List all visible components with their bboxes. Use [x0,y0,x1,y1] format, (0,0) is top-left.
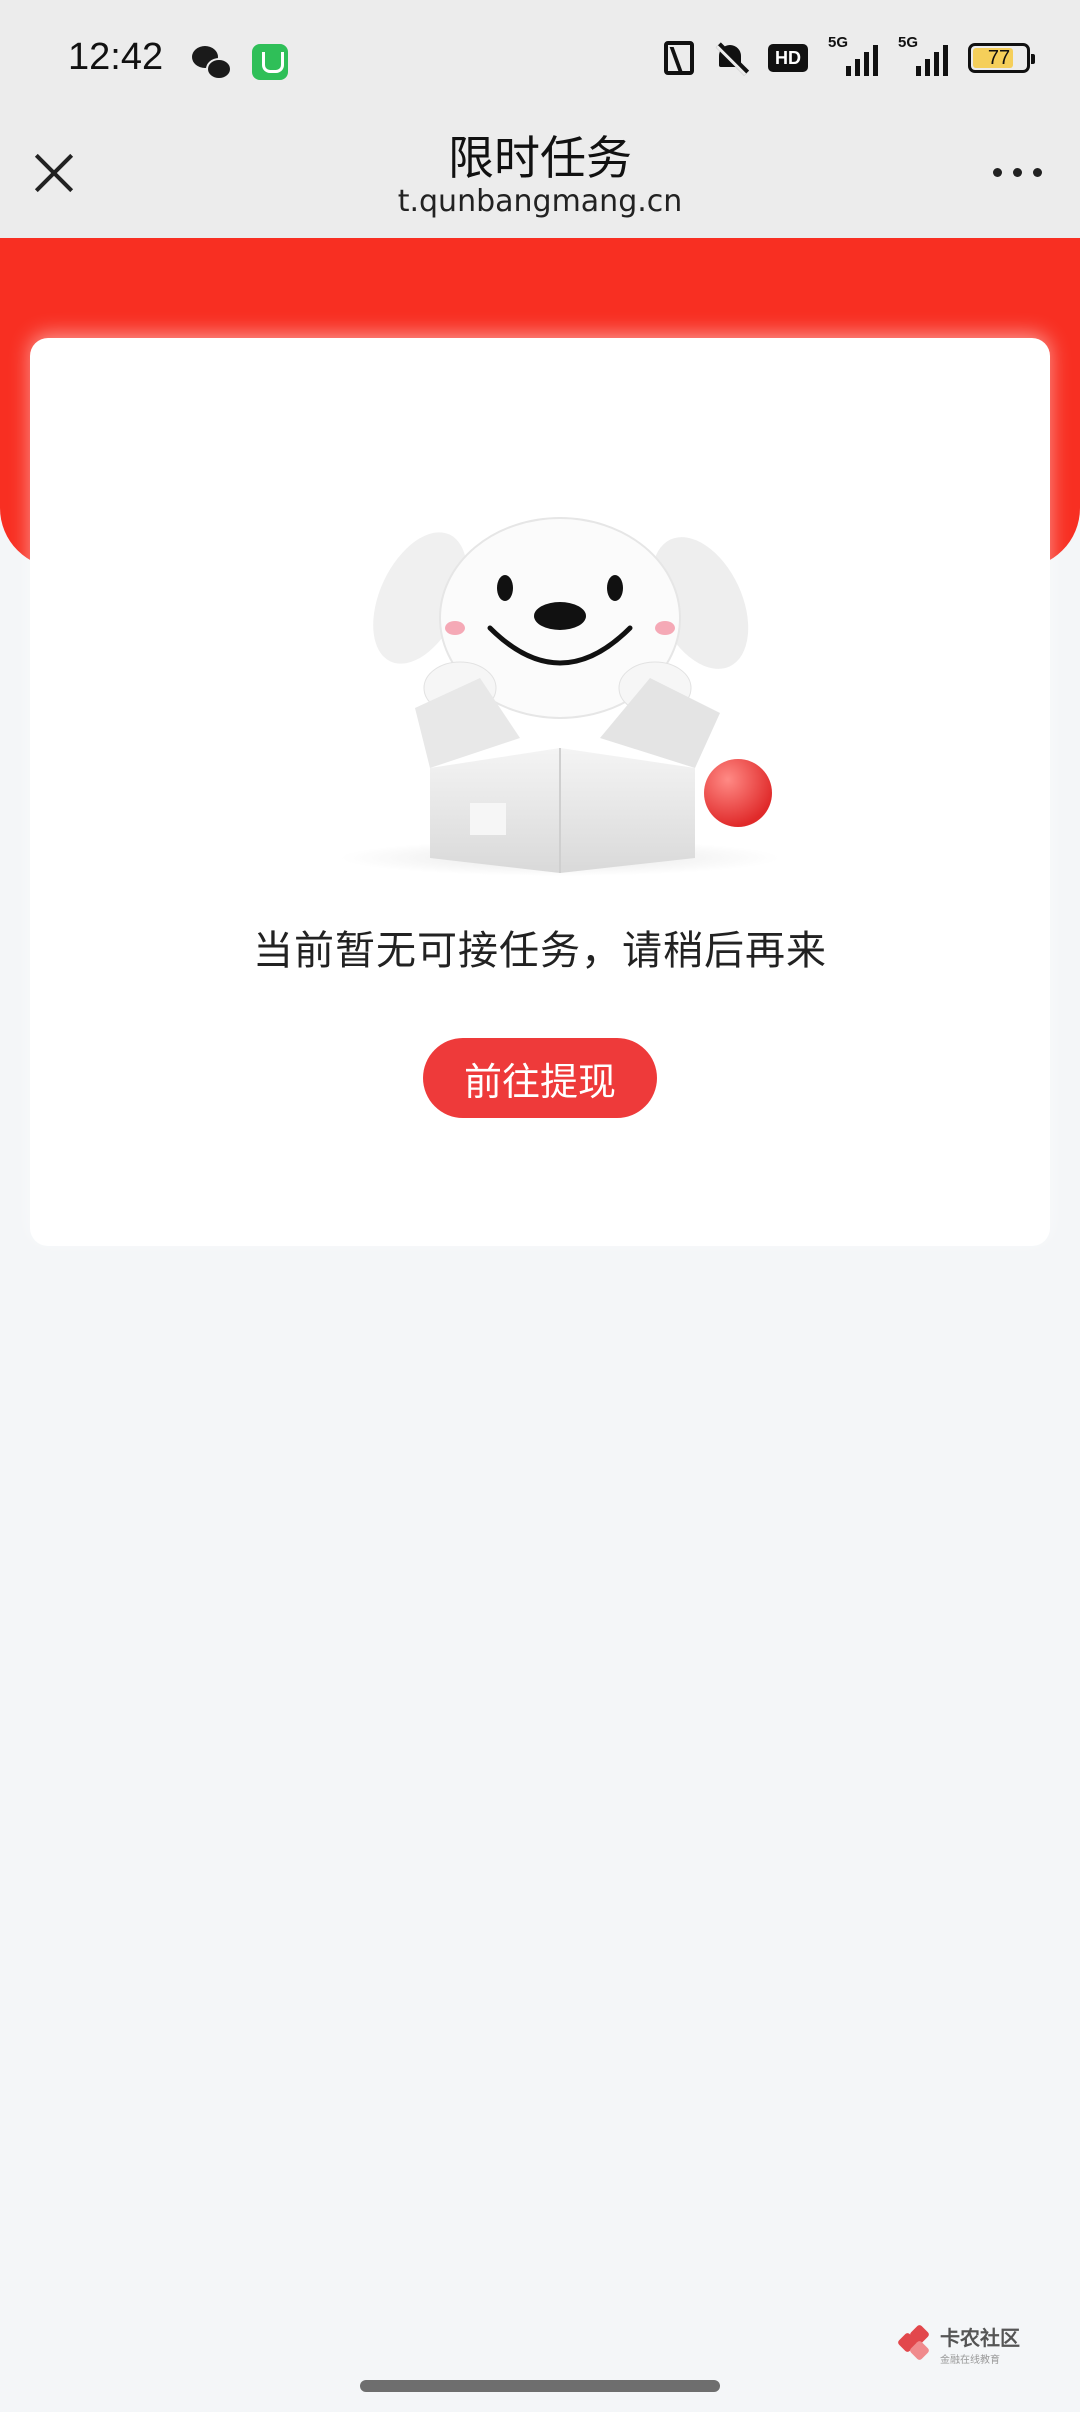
page: 12:42 HD 5G 5G 77 限时任务 t.qunbangmang.cn … [0,0,1080,2412]
battery-icon: 77 [968,43,1035,73]
signal-label: 5G [898,34,919,51]
empty-state-message: 当前暂无可接任务，请稍后再来 [253,928,827,974]
empty-state-card: 当前暂无可接任务，请稍后再来 前往提现 [30,338,1050,1246]
battery-level: 77 [987,46,1011,69]
page-url: t.qunbangmang.cn [397,184,683,219]
mute-icon [714,41,750,76]
signal-label: 5G [828,34,849,51]
notification-icons [192,44,288,80]
watermark: 卡农社区 金融在线教育 [896,2322,1020,2366]
more-icon[interactable] [993,168,1042,177]
wechat-icon [192,44,232,80]
withdraw-button[interactable]: 前往提现 [423,1038,657,1118]
title-bar: 限时任务 t.qunbangmang.cn [0,118,1080,238]
status-bar: 12:42 HD 5G 5G 77 [0,0,1080,118]
hd-icon: HD [768,44,808,72]
app-store-icon [252,44,288,80]
watermark-subtitle: 金融在线教育 [940,2355,1000,2366]
signal-icon: 5G [898,34,948,76]
system-icons: HD 5G 5G 77 [664,34,1035,76]
mascot-dog-in-box-illustration [340,517,780,876]
watermark-title: 卡农社区 [940,2326,1020,2350]
nfc-icon [664,41,694,75]
signal-icon: 5G [828,34,878,76]
page-title: 限时任务 [448,131,632,185]
status-time: 12:42 [68,36,164,78]
watermark-logo [896,2323,934,2362]
home-indicator[interactable] [360,2380,720,2392]
